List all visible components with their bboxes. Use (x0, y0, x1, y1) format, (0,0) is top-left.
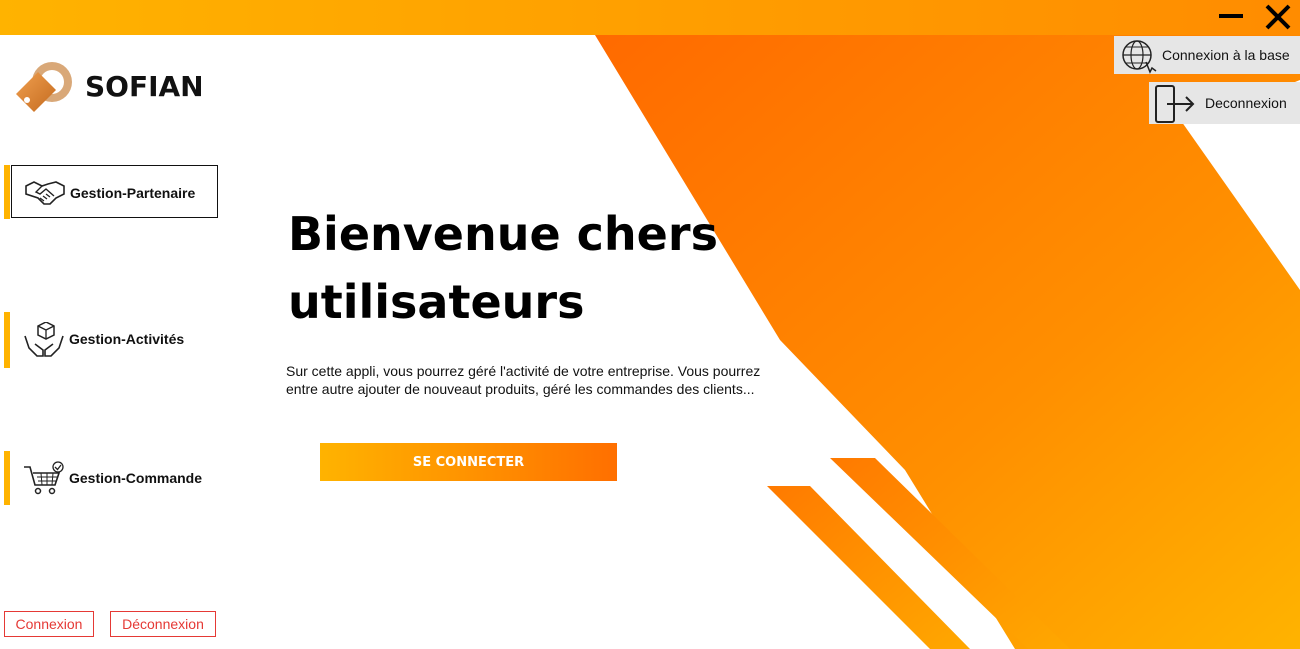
logout-icon (1153, 84, 1197, 127)
sidebar-item-label: Gestion-Partenaire (70, 185, 196, 201)
welcome-title: Bienvenue chers utilisateurs (288, 200, 808, 336)
database-connect-label: Connexion à la base (1162, 47, 1290, 63)
logout-top-label: Deconnexion (1205, 95, 1287, 111)
nav-accent-bar (4, 312, 10, 368)
welcome-title-line2: utilisateurs (288, 275, 585, 329)
nav-item-frame: Gestion-Activités (11, 312, 216, 363)
welcome-title-line1: Bienvenue chers (288, 207, 718, 261)
app-logo (12, 60, 76, 118)
nav-item-frame: Gestion-Commande (11, 451, 216, 502)
sidebar-item-label: Gestion-Activités (69, 331, 185, 347)
shopping-cart-icon (23, 461, 65, 502)
logout-top-button[interactable]: Deconnexion (1149, 82, 1300, 124)
connexion-button[interactable]: Connexion (4, 611, 94, 637)
handshake-icon (24, 176, 66, 213)
minimize-icon[interactable] (1216, 2, 1248, 32)
brand-name: SOFIAN (85, 70, 204, 103)
box-hands-icon (23, 321, 65, 365)
globe-icon (1120, 38, 1158, 77)
nav-accent-bar (4, 451, 10, 505)
nav-accent-bar (4, 165, 10, 219)
connect-button[interactable]: SE CONNECTER (320, 443, 617, 481)
sidebar-item-partenaire[interactable]: Gestion-Partenaire (4, 165, 218, 219)
nav-item-frame: Gestion-Partenaire (11, 165, 218, 218)
sidebar-item-commande[interactable]: Gestion-Commande (4, 451, 218, 505)
welcome-description: Sur cette appli, vous pourrez géré l'act… (286, 363, 761, 397)
sidebar-item-activites[interactable]: Gestion-Activités (4, 312, 218, 368)
title-bar (0, 0, 1300, 35)
deconnexion-button[interactable]: Déconnexion (110, 611, 216, 637)
close-icon[interactable] (1262, 2, 1294, 32)
database-connect-button[interactable]: Connexion à la base (1114, 36, 1300, 74)
sidebar-item-label: Gestion-Commande (69, 470, 203, 486)
